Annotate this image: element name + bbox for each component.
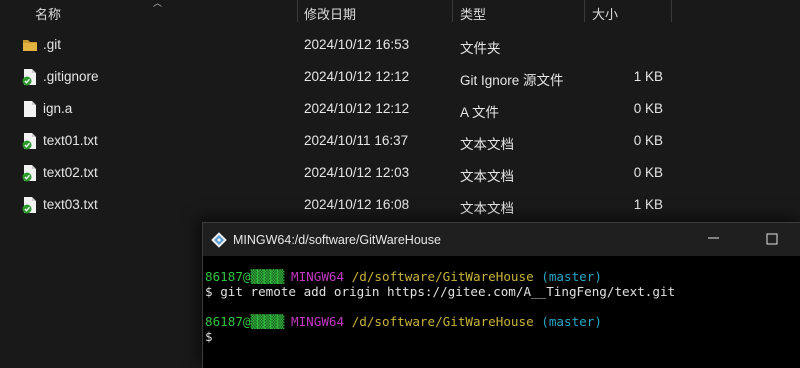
prompt-host-masked: ▒▒▒▒▒ bbox=[250, 314, 284, 329]
file-modified: 2024/10/12 12:03 bbox=[304, 165, 410, 180]
file-row-ign-a[interactable]: ign.a 2024/10/12 12:12 A 文件 0 KB bbox=[0, 93, 800, 125]
prompt-branch: (master) bbox=[541, 314, 602, 329]
file-size: 0 KB bbox=[633, 165, 663, 180]
terminal-titlebar[interactable]: MINGW64:/d/software/GitWareHouse bbox=[203, 223, 800, 256]
file-size: 0 KB bbox=[633, 101, 663, 116]
file-row-gitignore[interactable]: .gitignore 2024/10/12 12:12 Git Ignore 源… bbox=[0, 61, 800, 93]
file-name: .git bbox=[43, 37, 62, 52]
file-type: Git Ignore 源文件 bbox=[460, 73, 564, 88]
prompt-path: /d/software/GitWareHouse bbox=[351, 314, 534, 329]
prompt-symbol: $ bbox=[205, 284, 213, 299]
file-size: 1 KB bbox=[633, 69, 663, 84]
prompt-path: /d/software/GitWareHouse bbox=[351, 269, 534, 284]
minimize-icon[interactable] bbox=[708, 233, 719, 243]
column-modified[interactable]: 修改日期 bbox=[304, 4, 356, 23]
command-line: $ git remote add origin https://gitee.co… bbox=[205, 284, 675, 299]
column-type[interactable]: 类型 bbox=[460, 4, 486, 23]
column-divider[interactable] bbox=[297, 0, 298, 22]
file-type: A 文件 bbox=[460, 105, 500, 120]
file-name: .gitignore bbox=[43, 69, 99, 84]
file-name: ign.a bbox=[43, 101, 73, 116]
prompt-host-masked: ▒▒▒▒▒ bbox=[250, 269, 284, 284]
git-file-icon bbox=[22, 197, 36, 214]
column-name[interactable]: 名称 bbox=[35, 4, 61, 23]
prompt-env: MINGW64 bbox=[291, 314, 345, 329]
file-name: text03.txt bbox=[43, 197, 98, 212]
file-size: 1 KB bbox=[633, 197, 663, 212]
file-type: 文本文档 bbox=[460, 169, 514, 184]
file-modified: 2024/10/12 12:12 bbox=[304, 101, 410, 116]
file-modified: 2024/10/12 16:08 bbox=[304, 197, 410, 212]
sort-up-icon: ︿ bbox=[153, 0, 163, 8]
file-modified: 2024/10/11 16:37 bbox=[304, 133, 409, 148]
command-text: git remote add origin https://gitee.com/… bbox=[220, 284, 676, 299]
prompt-env: MINGW64 bbox=[291, 269, 345, 284]
git-file-icon bbox=[22, 69, 36, 86]
folder-icon bbox=[23, 40, 37, 51]
file-modified: 2024/10/12 16:53 bbox=[304, 37, 410, 52]
file-name: text01.txt bbox=[43, 133, 98, 148]
file-type: 文本文档 bbox=[460, 137, 514, 152]
file-type: 文本文档 bbox=[460, 201, 514, 216]
input-line[interactable]: $ bbox=[205, 329, 675, 344]
file-modified: 2024/10/12 12:12 bbox=[304, 69, 410, 84]
file-row-text02[interactable]: text02.txt 2024/10/12 12:03 文本文档 0 KB bbox=[0, 157, 800, 189]
file-size: 0 KB bbox=[633, 133, 663, 148]
file-row-text03[interactable]: text03.txt 2024/10/12 16:08 文本文档 1 KB bbox=[0, 189, 800, 221]
file-row-text01[interactable]: text01.txt 2024/10/11 16:37 文本文档 0 KB bbox=[0, 125, 800, 157]
prompt-line: 86187@▒▒▒▒▒ MINGW64 /d/software/GitWareH… bbox=[205, 314, 675, 329]
git-bash-icon bbox=[211, 232, 227, 248]
column-size[interactable]: 大小 bbox=[592, 4, 618, 23]
git-file-icon bbox=[22, 133, 36, 150]
column-divider[interactable] bbox=[452, 0, 453, 22]
prompt-line: 86187@▒▒▒▒▒ MINGW64 /d/software/GitWareH… bbox=[205, 269, 675, 284]
prompt-branch: (master) bbox=[541, 269, 602, 284]
column-header: 名称 ︿ 修改日期 类型 大小 bbox=[0, 0, 800, 22]
git-file-icon bbox=[22, 165, 36, 182]
file-name: text02.txt bbox=[43, 165, 98, 180]
terminal-title: MINGW64:/d/software/GitWareHouse bbox=[233, 233, 441, 247]
prompt-symbol: $ bbox=[205, 329, 213, 344]
maximize-icon[interactable] bbox=[766, 233, 778, 245]
blank-file-icon bbox=[24, 101, 36, 117]
file-row-git-folder[interactable]: .git 2024/10/12 16:53 文件夹 bbox=[0, 29, 800, 61]
column-divider[interactable] bbox=[584, 0, 585, 22]
file-type: 文件夹 bbox=[460, 41, 501, 56]
terminal-window[interactable]: MINGW64:/d/software/GitWareHouse 86187@▒… bbox=[202, 222, 800, 368]
prompt-user: 86187@ bbox=[205, 269, 251, 284]
prompt-user: 86187@ bbox=[205, 314, 251, 329]
terminal-output[interactable]: 86187@▒▒▒▒▒ MINGW64 /d/software/GitWareH… bbox=[205, 269, 675, 344]
column-divider[interactable] bbox=[671, 0, 672, 22]
